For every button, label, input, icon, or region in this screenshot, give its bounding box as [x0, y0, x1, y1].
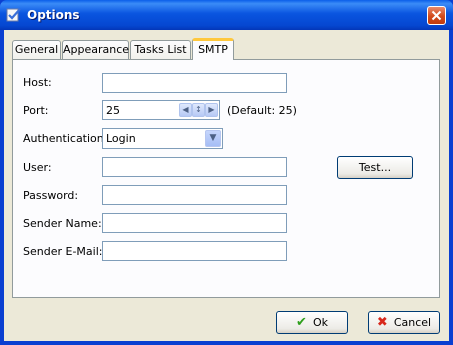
dialog-body: General Appearance Tasks List SMTP Host:… — [4, 30, 449, 341]
app-check-icon — [6, 8, 21, 22]
user-label: User: — [23, 161, 52, 174]
port-default-hint: (Default: 25) — [227, 104, 297, 117]
sender-name-label: Sender Name: — [23, 217, 102, 230]
port-left-arrow-icon[interactable]: ◀ — [179, 103, 192, 117]
close-button[interactable] — [427, 6, 446, 25]
smtp-panel: Host: Port: 25 ◀ ↕ ▶ (Default: 25) Authe… — [12, 59, 440, 298]
host-label: Host: — [23, 76, 52, 89]
password-input[interactable] — [102, 185, 287, 205]
window-title: Options — [27, 8, 80, 22]
close-icon — [431, 10, 442, 21]
host-input[interactable] — [102, 73, 287, 93]
authentication-value: Login — [106, 132, 136, 145]
authentication-select[interactable]: Login ▼ — [102, 128, 223, 149]
port-value: 25 — [106, 104, 120, 117]
cancel-button[interactable]: ✖ Cancel — [368, 311, 440, 334]
ok-label: Ok — [312, 316, 328, 329]
tab-general[interactable]: General — [12, 40, 61, 59]
cancel-x-icon: ✖ — [376, 315, 388, 330]
port-spinner[interactable]: 25 ◀ ↕ ▶ — [102, 100, 220, 120]
ok-button[interactable]: ✔ Ok — [276, 311, 348, 334]
options-window: Options General Appearance Tasks List SM… — [0, 0, 453, 345]
password-label: Password: — [23, 189, 79, 202]
checkmark-icon: ✔ — [296, 315, 307, 330]
authentication-label: Authentication: — [23, 132, 108, 145]
sender-name-input[interactable] — [102, 213, 287, 233]
title-bar[interactable]: Options — [0, 0, 453, 30]
port-right-arrow-icon[interactable]: ▶ — [205, 103, 218, 117]
port-updown-arrow-icon[interactable]: ↕ — [192, 103, 205, 117]
port-label: Port: — [23, 104, 49, 117]
cancel-label: Cancel — [393, 316, 432, 329]
user-input[interactable] — [102, 157, 287, 177]
tab-smtp[interactable]: SMTP — [192, 38, 234, 60]
tab-tasks-list[interactable]: Tasks List — [130, 40, 191, 59]
sender-email-input[interactable] — [102, 241, 287, 261]
chevron-down-icon[interactable]: ▼ — [205, 130, 221, 147]
sender-email-label: Sender E-Mail: — [23, 245, 103, 258]
test-button[interactable]: Test... — [337, 156, 413, 179]
tab-appearance[interactable]: Appearance — [62, 40, 129, 59]
